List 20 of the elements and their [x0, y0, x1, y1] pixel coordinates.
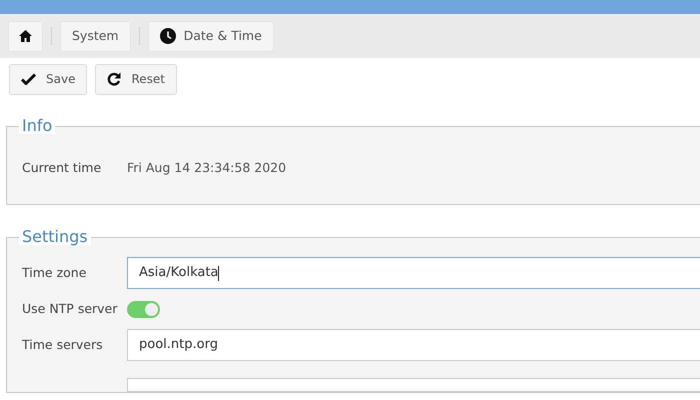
check-icon: [21, 73, 36, 85]
reset-button[interactable]: Reset: [95, 64, 177, 94]
home-icon: [19, 30, 32, 42]
field-label: Use NTP server: [22, 300, 118, 318]
section-legend: Settings: [19, 230, 91, 245]
breadcrumb-link[interactable]: Date & Time: [148, 20, 274, 52]
input-field[interactable]: Asia/Kolkata: [127, 257, 700, 289]
toggle-switch[interactable]: [127, 300, 160, 318]
field-value: Fri Aug 14 23:34:58 2020: [127, 158, 286, 177]
input-field[interactable]: pool.ntp.org: [127, 329, 700, 361]
breadcrumb-link[interactable]: System: [60, 20, 131, 52]
save-button[interactable]: Save: [9, 64, 88, 94]
reload-icon: [107, 72, 122, 86]
field-label: Current time: [22, 158, 102, 177]
input-field[interactable]: [127, 378, 700, 392]
field-label: Time servers: [22, 336, 104, 354]
home-link[interactable]: [8, 20, 43, 52]
section-legend: Info: [19, 118, 56, 134]
clock-icon: [160, 28, 176, 44]
field-label: Time zone: [22, 264, 88, 282]
